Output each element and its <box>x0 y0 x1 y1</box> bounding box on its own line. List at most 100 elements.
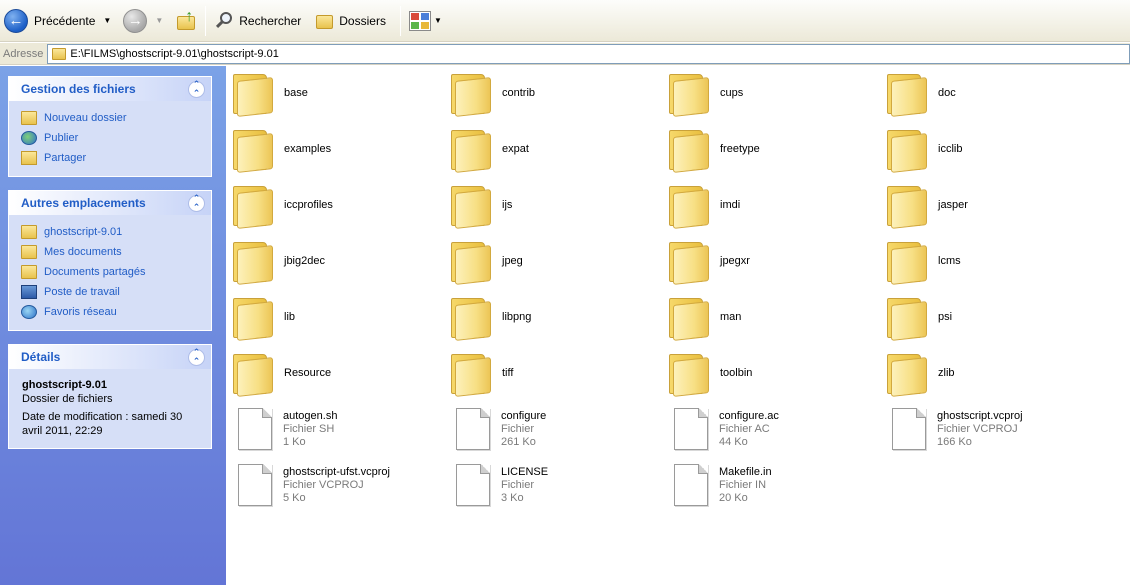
place-link-network[interactable]: Favoris réseau <box>21 302 201 322</box>
file-item[interactable]: LICENSE Fichier 3 Ko <box>444 459 662 511</box>
file-item[interactable]: Makefile.in Fichier IN 20 Ko <box>662 459 880 511</box>
folder-icon <box>233 127 273 173</box>
collapse-icon[interactable]: ⌃ ⌃ <box>188 348 205 366</box>
file-size: 166 Ko <box>937 435 972 448</box>
folder-item[interactable]: ijs <box>444 179 662 231</box>
folder-item[interactable]: expat <box>444 123 662 175</box>
folder-item[interactable]: examples <box>226 123 444 175</box>
views-icon <box>408 10 431 31</box>
folder-name: man <box>720 311 742 323</box>
folder-item[interactable]: doc <box>880 67 1098 119</box>
file-item[interactable]: configure.ac Fichier AC 44 Ko <box>662 403 880 455</box>
back-button[interactable]: ← Précédente ▼ <box>0 4 115 38</box>
folder-icon <box>887 127 927 173</box>
panel-title: Autres emplacements <box>21 196 146 210</box>
file-size: 5 Ko <box>283 491 306 504</box>
place-link-my-documents[interactable]: Mes documents <box>21 242 201 262</box>
other-places-header[interactable]: Autres emplacements ⌃ ⌃ <box>9 190 211 215</box>
computer-icon <box>21 285 37 299</box>
folder-item[interactable]: lcms <box>880 235 1098 287</box>
folder-item[interactable]: toolbin <box>662 347 880 399</box>
forward-button[interactable]: → ▼ <box>119 4 167 38</box>
folder-name: ijs <box>502 199 513 211</box>
file-icon <box>892 408 926 450</box>
folder-name: iccprofiles <box>284 199 333 211</box>
file-item[interactable]: configure Fichier 261 Ko <box>444 403 662 455</box>
task-label: Publier <box>44 132 79 144</box>
file-type: Fichier SH <box>283 422 335 435</box>
folder-item[interactable]: cups <box>662 67 880 119</box>
toolbar-separator <box>399 5 401 36</box>
search-button[interactable]: Rechercher <box>210 4 305 38</box>
folder-item[interactable]: contrib <box>444 67 662 119</box>
file-tasks-header[interactable]: Gestion des fichiers ⌃ ⌃ <box>9 76 211 101</box>
folder-item[interactable]: icclib <box>880 123 1098 175</box>
folder-item[interactable]: freetype <box>662 123 880 175</box>
file-type: Fichier IN <box>719 478 767 491</box>
file-item[interactable]: ghostscript-ufst.vcproj Fichier VCPROJ 5 K… <box>226 459 444 511</box>
folder-item[interactable]: base <box>226 67 444 119</box>
folder-name: contrib <box>502 87 536 99</box>
folder-item[interactable]: imdi <box>662 179 880 231</box>
file-item[interactable]: autogen.sh Fichier SH 1 Ko <box>226 403 444 455</box>
folder-icon <box>669 127 709 173</box>
views-dropdown-icon: ▼ <box>433 16 442 25</box>
views-button[interactable]: ▼ <box>405 4 446 38</box>
folder-item[interactable]: jpeg <box>444 235 662 287</box>
folder-up-icon: ↑ <box>175 8 197 32</box>
folder-name: lib <box>284 311 296 323</box>
folder-icon <box>887 71 927 117</box>
file-type: Fichier <box>501 422 535 435</box>
globe-icon <box>21 131 37 145</box>
file-type: Fichier VCPROJ <box>937 422 1018 435</box>
folder-item[interactable]: man <box>662 291 880 343</box>
folder-item[interactable]: Resource <box>226 347 444 399</box>
forward-dropdown-icon[interactable]: ▼ <box>155 16 163 25</box>
place-label: ghostscript-9.01 <box>44 226 123 238</box>
address-path: E:\FILMS\ghostscript-9.01\ghostscript-9.… <box>70 47 279 60</box>
publish-link[interactable]: Publier <box>21 128 201 148</box>
folder-icon <box>451 71 491 117</box>
file-icon <box>238 464 272 506</box>
folder-item[interactable]: libpng <box>444 291 662 343</box>
task-label: Partager <box>44 152 87 164</box>
folder-item[interactable]: jpegxr <box>662 235 880 287</box>
folder-name: examples <box>284 143 332 155</box>
toolbar: ← Précédente ▼ → ▼ ↑ Rechercher Dossiers… <box>0 0 1130 42</box>
folder-item[interactable]: iccprofiles <box>226 179 444 231</box>
toolbar-separator <box>205 5 207 36</box>
folder-item[interactable]: tiff <box>444 347 662 399</box>
new-folder-link[interactable]: Nouveau dossier <box>21 108 201 128</box>
folder-icon <box>887 295 927 341</box>
share-link[interactable]: Partager <box>21 148 201 168</box>
place-link-my-computer[interactable]: Poste de travail <box>21 282 201 302</box>
place-link-parent[interactable]: ghostscript-9.01 <box>21 222 201 242</box>
details-panel: Détails ⌃ ⌃ ghostscript-9.01 Dossier de f… <box>8 344 212 449</box>
details-header[interactable]: Détails ⌃ ⌃ <box>9 344 211 369</box>
file-size: 1 Ko <box>283 435 306 448</box>
search-icon <box>214 10 236 32</box>
file-name: configure.ac <box>719 409 779 422</box>
folder-name: icclib <box>938 143 963 155</box>
address-field[interactable]: E:\FILMS\ghostscript-9.01\ghostscript-9.… <box>47 43 1130 64</box>
back-dropdown-icon[interactable]: ▼ <box>103 16 111 25</box>
file-name: configure <box>501 409 547 422</box>
folder-item[interactable]: jbig2dec <box>226 235 444 287</box>
collapse-icon[interactable]: ⌃ ⌃ <box>188 80 205 98</box>
collapse-icon[interactable]: ⌃ ⌃ <box>188 194 205 212</box>
folder-item[interactable]: lib <box>226 291 444 343</box>
documents-icon <box>21 245 37 259</box>
folder-name: lcms <box>938 255 961 267</box>
folder-item[interactable]: jasper <box>880 179 1098 231</box>
up-folder-button[interactable]: ↑ <box>171 4 201 38</box>
file-name: ghostscript-ufst.vcproj <box>283 465 390 478</box>
place-link-shared-documents[interactable]: Documents partagés <box>21 262 201 282</box>
folders-button[interactable]: Dossiers <box>311 4 390 38</box>
file-size: 3 Ko <box>501 491 524 504</box>
file-name: LICENSE <box>501 465 549 478</box>
folder-item[interactable]: psi <box>880 291 1098 343</box>
folder-item[interactable]: zlib <box>880 347 1098 399</box>
place-label: Poste de travail <box>44 286 120 298</box>
file-name: ghostscript.vcproj <box>937 409 1023 422</box>
file-item[interactable]: ghostscript.vcproj Fichier VCPROJ 166 Ko <box>880 403 1098 455</box>
